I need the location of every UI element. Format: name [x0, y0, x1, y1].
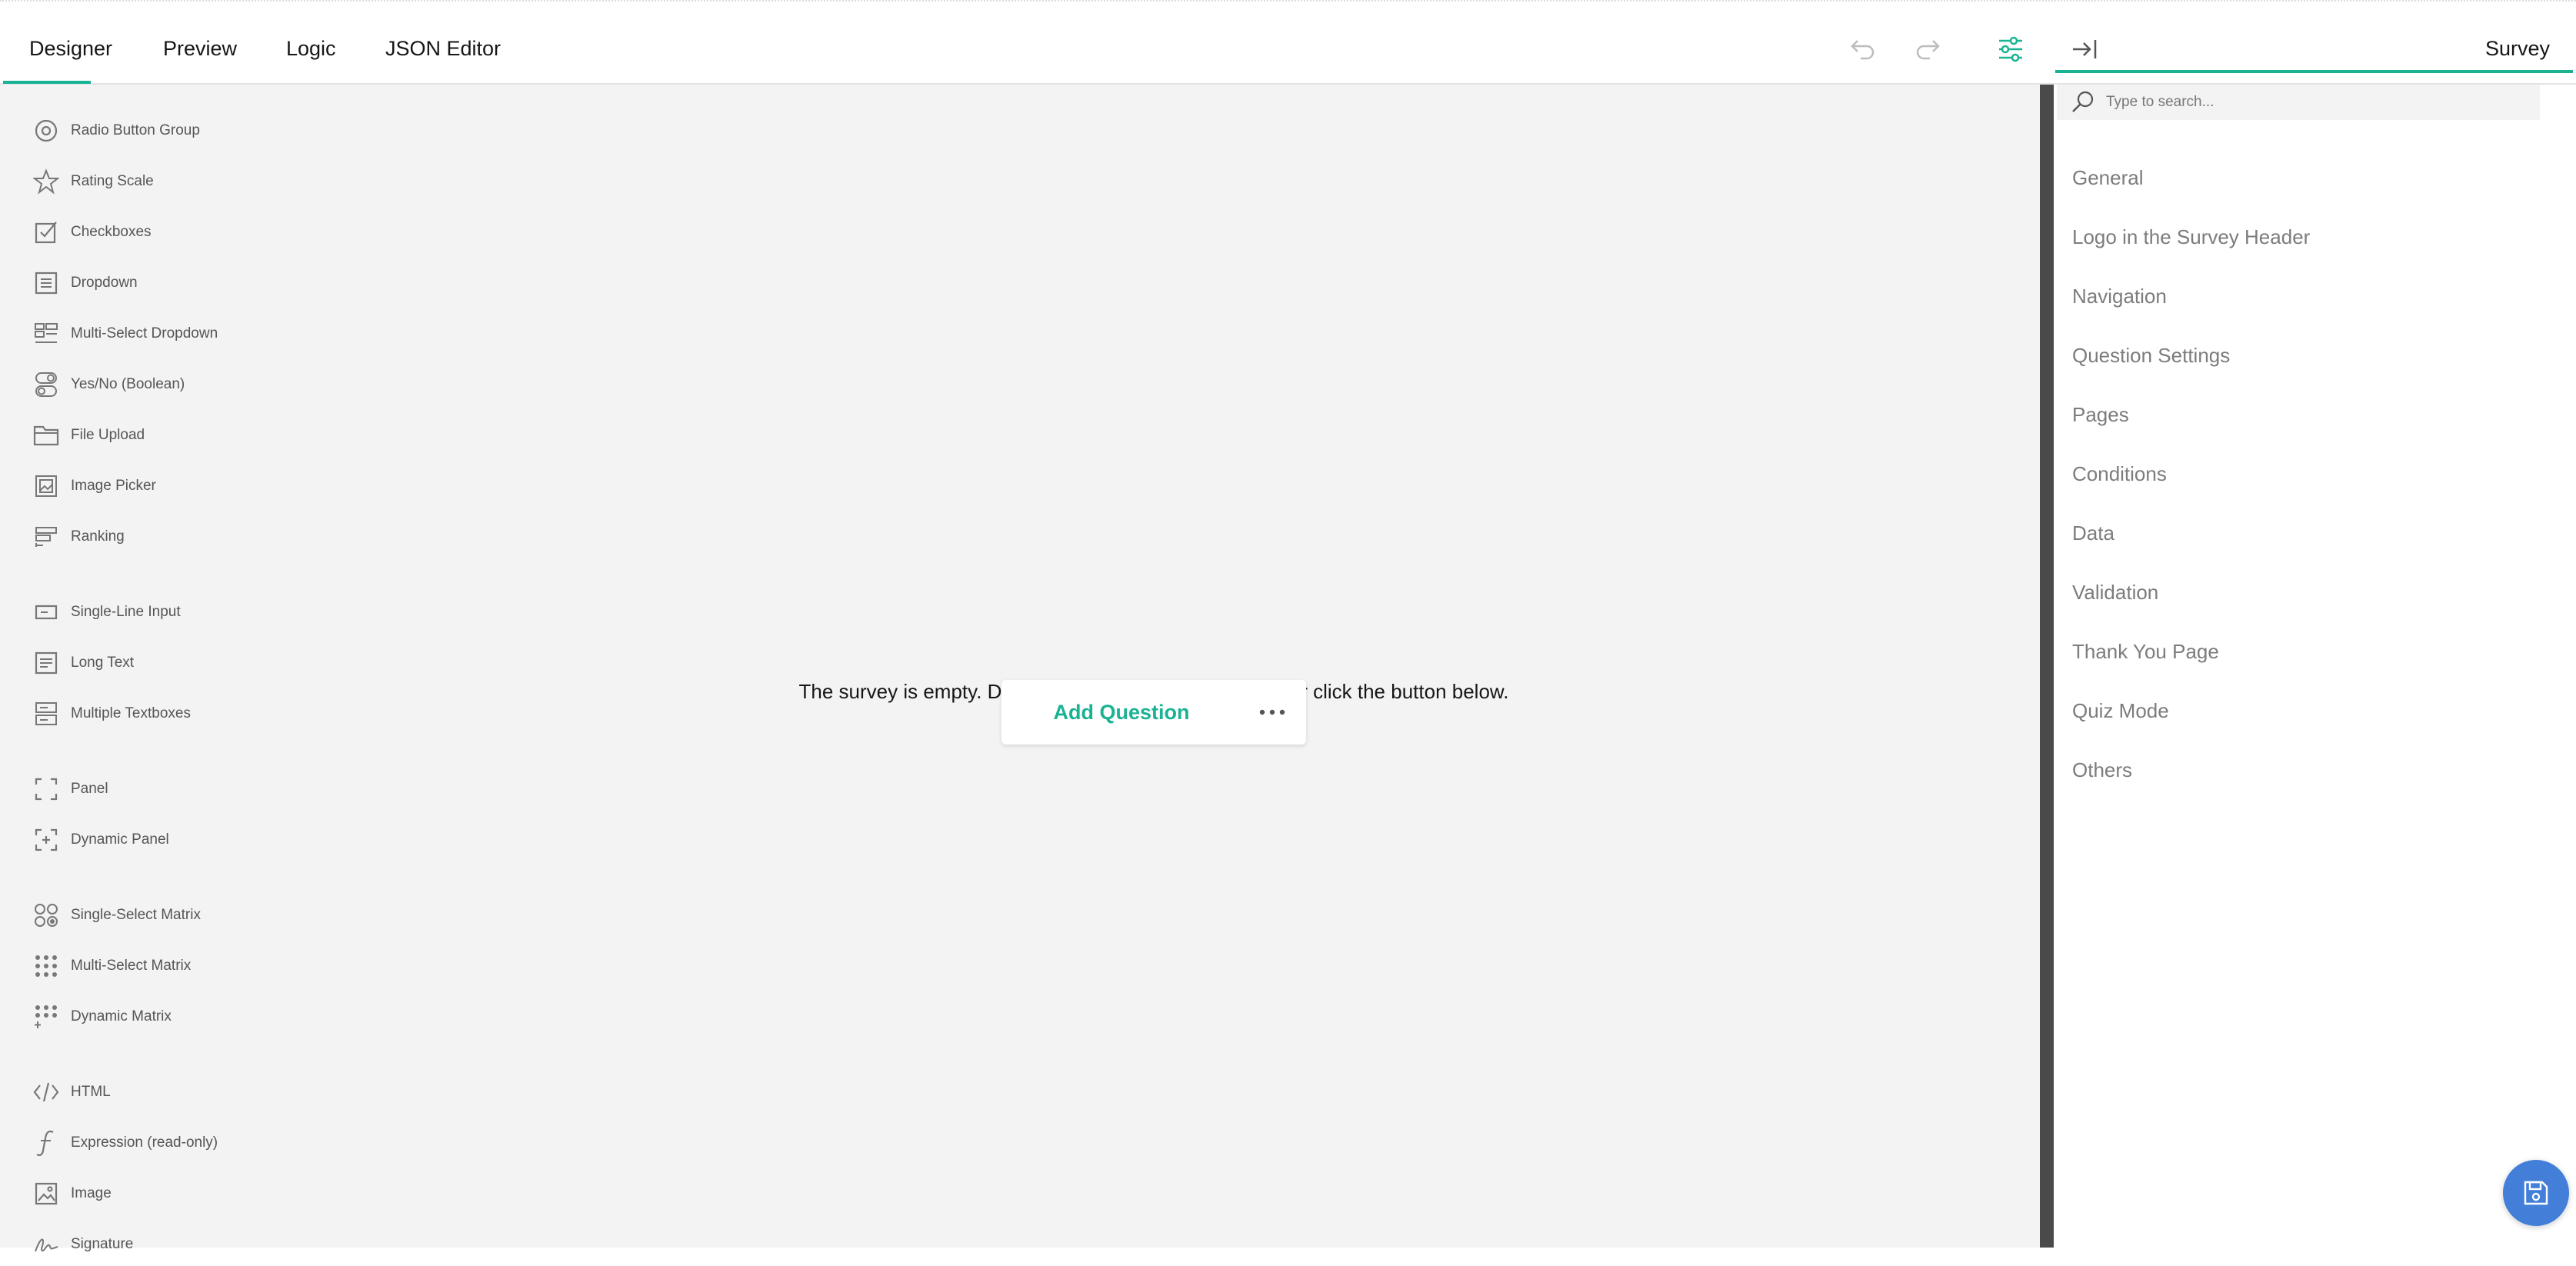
boolean-icon	[31, 369, 62, 400]
ranking-icon	[31, 521, 62, 552]
category-navigation[interactable]: Navigation	[2072, 285, 2167, 308]
toolbox-item-ranking[interactable]: Ranking	[31, 515, 125, 558]
matrix-dynamic-icon	[31, 1001, 62, 1032]
toolbox-item-label: Expression (read-only)	[71, 1134, 218, 1151]
toolbox-item-html[interactable]: HTML	[31, 1071, 111, 1114]
toolbox-item-label: Dynamic Panel	[71, 831, 169, 848]
toolbox-item-signature[interactable]: Signature	[31, 1223, 133, 1266]
survey-panel-title: Survey	[2484, 37, 2550, 60]
panel-icon	[31, 774, 62, 805]
category-thank-you-page[interactable]: Thank You Page	[2072, 640, 2219, 664]
category-conditions[interactable]: Conditions	[2072, 462, 2167, 486]
tab-preview[interactable]: Preview	[163, 12, 237, 85]
save-button[interactable]	[2503, 1160, 2569, 1226]
toolbox-item-label: Yes/No (Boolean)	[71, 376, 185, 392]
category-pages[interactable]: Pages	[2072, 403, 2129, 427]
toolbox-item-radio[interactable]: Radio Button Group	[31, 109, 200, 152]
toolbox-item-label: Rating Scale	[71, 173, 154, 189]
toolbox-item-matrix-dynamic[interactable]: Dynamic Matrix	[31, 995, 172, 1038]
toolbox-item-label: Radio Button Group	[71, 122, 200, 138]
toolbox-item-label: Dropdown	[71, 275, 138, 291]
toolbox-item-expression[interactable]: Expression (read-only)	[31, 1121, 218, 1164]
category-data[interactable]: Data	[2072, 521, 2114, 545]
settings-sliders-icon[interactable]	[1994, 32, 2028, 66]
text-input-icon	[31, 597, 62, 628]
tab-logic[interactable]: Logic	[286, 12, 336, 85]
search-icon	[2071, 90, 2095, 115]
toolbox-item-label: Signature	[71, 1236, 134, 1252]
redo-icon[interactable]	[1911, 32, 1944, 66]
multi-dropdown-icon	[31, 318, 62, 349]
property-panel-indicator	[2055, 70, 2573, 73]
tab-designer[interactable]: Designer	[29, 12, 112, 85]
toolbox-item-label: Single-Line Input	[71, 604, 181, 620]
toolbox-item-label: Ranking	[71, 528, 125, 545]
toolbox-item-label: Panel	[71, 781, 108, 797]
category-question-settings[interactable]: Question Settings	[2072, 344, 2230, 368]
toolbox-item-matrix-single[interactable]: Single-Select Matrix	[31, 894, 201, 937]
radio-icon	[31, 115, 62, 146]
category-others[interactable]: Others	[2072, 758, 2132, 782]
category-quiz-mode[interactable]: Quiz Mode	[2072, 699, 2169, 723]
toolbox-item-file-upload[interactable]: File Upload	[31, 414, 145, 457]
toolbox-item-label: File Upload	[71, 427, 145, 443]
toolbox-item-label: Single-Select Matrix	[71, 907, 201, 923]
tab-json-editor[interactable]: JSON Editor	[385, 12, 501, 85]
checkbox-icon	[31, 217, 62, 248]
toolbox-item-panel[interactable]: Panel	[31, 768, 108, 811]
toolbox-item-label: Image Picker	[71, 478, 156, 494]
design-surface: Radio Button Group Rating Scale Checkbox…	[0, 85, 2040, 1252]
toolbox-item-label: Image	[71, 1185, 112, 1201]
toolbox-item-label: Dynamic Matrix	[71, 1008, 172, 1024]
toolbox-item-label: Multi-Select Matrix	[71, 958, 192, 974]
toolbox-item-matrix-multi[interactable]: Multi-Select Matrix	[31, 945, 191, 988]
signature-icon	[31, 1229, 62, 1260]
toolbox-item-multi-dropdown[interactable]: Multi-Select Dropdown	[31, 312, 218, 355]
matrix-multi-icon	[31, 951, 62, 981]
toolbox-item-label: HTML	[71, 1084, 111, 1100]
undo-icon[interactable]	[1846, 32, 1880, 66]
toolbox-item-single-line[interactable]: Single-Line Input	[31, 591, 181, 634]
active-tab-indicator	[3, 81, 91, 84]
add-question-card: Add Question	[1001, 680, 1306, 745]
star-icon	[31, 166, 62, 197]
survey-creator-app: Designer Preview Logic JSON Editor Surve…	[0, 0, 2576, 1252]
panel-splitter[interactable]	[2040, 85, 2054, 1248]
toolbox-item-label: Multi-Select Dropdown	[71, 325, 218, 341]
toolbox-item-boolean[interactable]: Yes/No (Boolean)	[31, 363, 185, 406]
toolbox-item-dropdown[interactable]: Dropdown	[31, 262, 138, 305]
search-input[interactable]	[2104, 93, 2523, 112]
matrix-single-icon	[31, 900, 62, 931]
toolbox-item-label: Long Text	[71, 655, 135, 671]
add-question-button[interactable]: Add Question	[1001, 680, 1241, 745]
top-toolbar: Designer Preview Logic JSON Editor Surve…	[0, 12, 2576, 85]
toolbox-item-rating[interactable]: Rating Scale	[31, 160, 154, 203]
property-search	[2057, 85, 2540, 120]
toolbox-item-label: Checkboxes	[71, 224, 152, 240]
code-icon	[31, 1077, 62, 1108]
category-general[interactable]: General	[2072, 166, 2144, 190]
folder-icon	[31, 420, 62, 451]
image-picker-icon	[31, 471, 62, 501]
function-icon	[31, 1128, 62, 1158]
long-text-icon	[31, 648, 62, 678]
toolbox-item-checkboxes[interactable]: Checkboxes	[31, 211, 152, 254]
property-grid: General Logo in the Survey Header Naviga…	[2054, 85, 2576, 1248]
category-logo[interactable]: Logo in the Survey Header	[2072, 225, 2310, 249]
dynamic-panel-icon	[31, 825, 62, 855]
more-dots-icon[interactable]	[1249, 697, 1295, 728]
toolbox-item-long-text[interactable]: Long Text	[31, 641, 134, 685]
save-icon	[2522, 1179, 2550, 1207]
toolbox-item-label: Multiple Textboxes	[71, 705, 191, 721]
toolbox-item-dynamic-panel[interactable]: Dynamic Panel	[31, 818, 169, 861]
category-validation[interactable]: Validation	[2072, 581, 2158, 605]
toolbox-item-image[interactable]: Image	[31, 1172, 112, 1215]
dropdown-icon	[31, 268, 62, 298]
image-icon	[31, 1178, 62, 1209]
collapse-panel-icon[interactable]	[2068, 32, 2101, 66]
toolbox-item-image-picker[interactable]: Image Picker	[31, 465, 156, 508]
